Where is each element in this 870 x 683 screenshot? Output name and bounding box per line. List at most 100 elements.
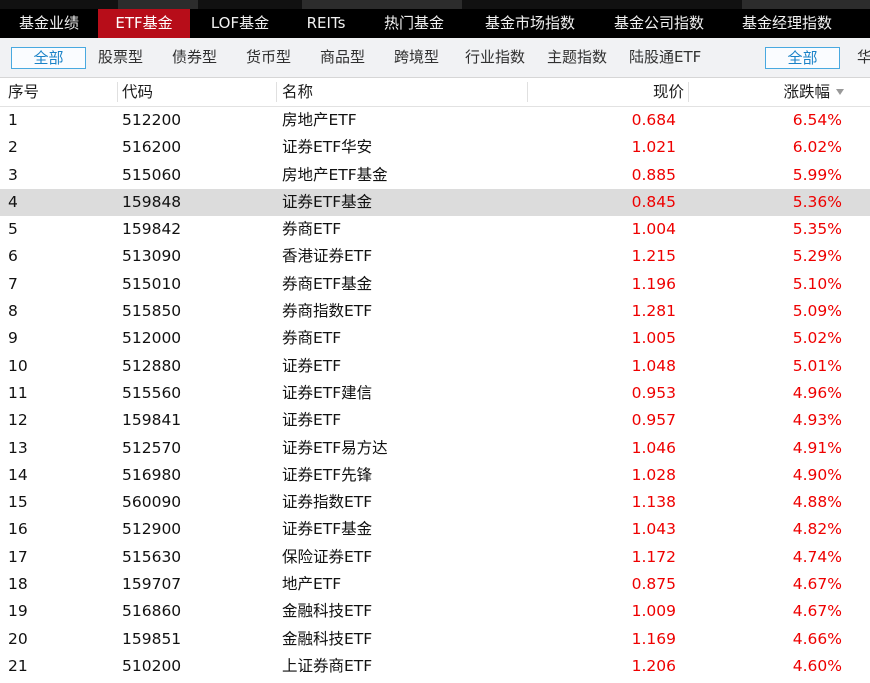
fund-code: 512570 xyxy=(122,438,182,457)
filter-money-market[interactable]: 货币型 xyxy=(246,47,291,69)
change-percent: 5.29% xyxy=(792,247,842,266)
tab-fund-manager-index[interactable]: 基金经理指数 xyxy=(724,9,850,38)
change-percent: 5.01% xyxy=(792,356,842,375)
filter-right-truncated[interactable]: 华 xyxy=(857,47,870,69)
fund-name: 券商ETF基金 xyxy=(282,274,373,293)
table-row[interactable]: 1 512200 房地产ETF 0.684 6.54% xyxy=(0,107,870,134)
current-price: 1.169 xyxy=(631,629,676,648)
table-row[interactable]: 21 510200 上证券商ETF 1.206 4.60% xyxy=(0,653,870,680)
window-top-strip xyxy=(0,0,870,9)
table-row[interactable]: 4 159848 证券ETF基金 0.845 5.36% xyxy=(0,188,870,217)
tab-etf-fund[interactable]: ETF基金 xyxy=(98,9,190,38)
header-divider xyxy=(527,82,528,102)
current-price: 1.206 xyxy=(631,656,676,675)
current-price: 0.953 xyxy=(631,383,676,402)
filter-stock-connect-etf[interactable]: 陆股通ETF xyxy=(629,47,701,69)
fund-code: 512900 xyxy=(122,520,182,539)
change-percent: 4.82% xyxy=(792,520,842,539)
table-row[interactable]: 15 560090 证券指数ETF 1.138 4.88% xyxy=(0,489,870,516)
tab-fund-market-index[interactable]: 基金市场指数 xyxy=(466,9,594,38)
fund-name: 证券ETF华安 xyxy=(282,138,373,157)
current-price: 1.028 xyxy=(631,465,676,484)
current-price: 0.875 xyxy=(631,575,676,594)
tab-reits[interactable]: REITs xyxy=(290,9,362,38)
change-percent: 5.36% xyxy=(792,192,842,211)
fund-code: 159842 xyxy=(122,220,182,239)
filter-all[interactable]: 全部 xyxy=(11,47,86,69)
fund-name: 券商ETF xyxy=(282,329,342,348)
table-row[interactable]: 2 516200 证券ETF华安 1.021 6.02% xyxy=(0,134,870,161)
filter-industry-index[interactable]: 行业指数 xyxy=(465,47,525,69)
filter-bond[interactable]: 债券型 xyxy=(172,47,217,69)
header-change[interactable]: 涨跌幅 xyxy=(783,78,844,106)
row-number: 12 xyxy=(8,411,28,430)
tab-lof-fund[interactable]: LOF基金 xyxy=(190,9,290,38)
fund-code: 159707 xyxy=(122,575,182,594)
row-number: 16 xyxy=(8,520,28,539)
fund-name: 券商指数ETF xyxy=(282,302,373,321)
table-row[interactable]: 16 512900 证券ETF基金 1.043 4.82% xyxy=(0,516,870,543)
fund-code: 159848 xyxy=(122,192,182,211)
fund-code: 159841 xyxy=(122,411,182,430)
fund-code: 510200 xyxy=(122,656,182,675)
top-strip-segment xyxy=(302,0,462,9)
fund-code: 516980 xyxy=(122,465,182,484)
table-row[interactable]: 18 159707 地产ETF 0.875 4.67% xyxy=(0,571,870,598)
filter-right-all[interactable]: 全部 xyxy=(765,47,840,69)
table-row[interactable]: 7 515010 券商ETF基金 1.196 5.10% xyxy=(0,271,870,298)
current-price: 1.281 xyxy=(631,302,676,321)
current-price: 1.005 xyxy=(631,329,676,348)
table-row[interactable]: 17 515630 保险证券ETF 1.172 4.74% xyxy=(0,544,870,571)
table-row[interactable]: 3 515060 房地产ETF基金 0.885 5.99% xyxy=(0,162,870,189)
fund-code: 515850 xyxy=(122,302,182,321)
table-row[interactable]: 11 515560 证券ETF建信 0.953 4.96% xyxy=(0,380,870,407)
fund-name: 保险证券ETF xyxy=(282,547,373,566)
filter-cross-border[interactable]: 跨境型 xyxy=(394,47,439,69)
row-number: 9 xyxy=(8,329,18,348)
table-row[interactable]: 6 513090 香港证券ETF 1.215 5.29% xyxy=(0,243,870,270)
current-price: 0.957 xyxy=(631,411,676,430)
fund-name: 证券ETF xyxy=(282,411,342,430)
table-row[interactable]: 14 516980 证券ETF先锋 1.028 4.90% xyxy=(0,462,870,489)
row-number: 11 xyxy=(8,383,28,402)
row-number: 8 xyxy=(8,302,18,321)
fund-name: 房地产ETF xyxy=(282,111,357,129)
table-row[interactable]: 20 159851 金融科技ETF 1.169 4.66% xyxy=(0,626,870,653)
fund-name: 证券ETF xyxy=(282,356,342,375)
filter-stock[interactable]: 股票型 xyxy=(98,47,143,69)
header-code[interactable]: 代码 xyxy=(122,78,153,106)
tab-hot-funds[interactable]: 热门基金 xyxy=(362,9,466,38)
change-percent: 5.09% xyxy=(792,302,842,321)
change-percent: 4.88% xyxy=(792,493,842,512)
table-row[interactable]: 13 512570 证券ETF易方达 1.046 4.91% xyxy=(0,435,870,462)
fund-name: 地产ETF xyxy=(282,575,342,594)
table-row[interactable]: 5 159842 券商ETF 1.004 5.35% xyxy=(0,216,870,243)
change-percent: 5.35% xyxy=(792,220,842,239)
fund-code: 560090 xyxy=(122,493,182,512)
fund-code: 515010 xyxy=(122,274,182,293)
row-number: 3 xyxy=(8,165,18,184)
header-divider xyxy=(688,82,689,102)
change-percent: 4.90% xyxy=(792,465,842,484)
table-row[interactable]: 19 516860 金融科技ETF 1.009 4.67% xyxy=(0,598,870,625)
filter-theme-index[interactable]: 主题指数 xyxy=(547,47,607,69)
table-row[interactable]: 10 512880 证券ETF 1.048 5.01% xyxy=(0,353,870,380)
header-change-label: 涨跌幅 xyxy=(783,83,830,101)
category-filter-bar: 全部 股票型 债券型 货币型 商品型 跨境型 行业指数 主题指数 陆股通ETF … xyxy=(0,38,870,78)
row-number: 1 xyxy=(8,111,18,129)
fund-name: 上证券商ETF xyxy=(282,656,373,675)
table-row[interactable]: 9 512000 券商ETF 1.005 5.02% xyxy=(0,325,870,352)
change-percent: 4.67% xyxy=(792,575,842,594)
table-row[interactable]: 8 515850 券商指数ETF 1.281 5.09% xyxy=(0,298,870,325)
tab-fund-performance[interactable]: 基金业绩 xyxy=(0,9,98,38)
header-price[interactable]: 现价 xyxy=(653,78,684,106)
current-price: 1.048 xyxy=(631,356,676,375)
table-row[interactable]: 12 159841 证券ETF 0.957 4.93% xyxy=(0,407,870,434)
row-number: 14 xyxy=(8,465,28,484)
tab-fund-company-index[interactable]: 基金公司指数 xyxy=(594,9,724,38)
filter-commodity[interactable]: 商品型 xyxy=(320,47,365,69)
header-no[interactable]: 序号 xyxy=(8,78,39,106)
fund-name: 证券ETF先锋 xyxy=(282,465,373,484)
header-name[interactable]: 名称 xyxy=(282,78,313,106)
fund-code: 159851 xyxy=(122,629,182,648)
